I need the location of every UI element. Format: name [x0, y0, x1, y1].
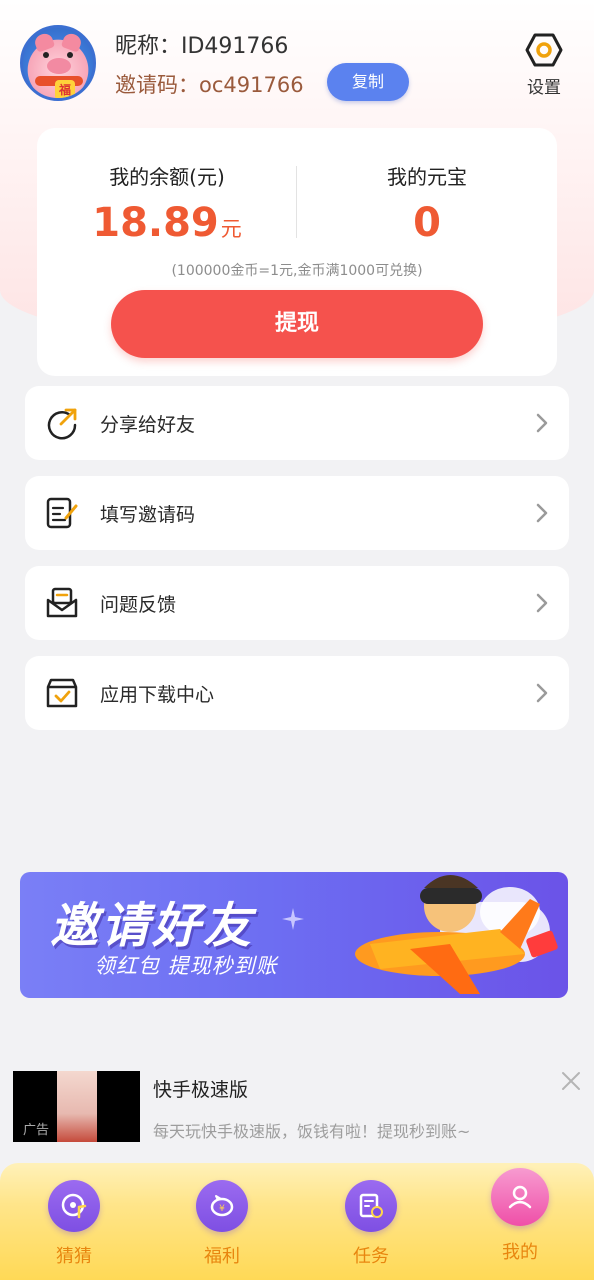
- ad-image: [57, 1071, 97, 1142]
- tab-icon-bg: [491, 1168, 549, 1226]
- tab-tasks[interactable]: 任务: [321, 1180, 421, 1275]
- avatar-eye: [43, 52, 49, 58]
- avatar-ear: [60, 31, 84, 53]
- banner-title: 邀请好友: [50, 898, 255, 954]
- chevron-right-icon: [536, 413, 548, 433]
- menu-item-label: 填写邀请码: [100, 504, 196, 526]
- tab-icon-bg: [345, 1180, 397, 1232]
- chevron-right-icon: [536, 503, 548, 523]
- ad-thumbnail: 广告: [13, 1071, 140, 1142]
- banner-subtitle: 领红包 提现秒到账: [94, 954, 278, 978]
- avatar-eye: [67, 52, 73, 58]
- exchange-note: (100000金币=1元,金币满1000可兑换): [171, 263, 423, 279]
- tab-label: 福利: [204, 1246, 240, 1267]
- menu-item-label: 问题反馈: [100, 594, 177, 616]
- avatar-ear: [32, 31, 56, 53]
- tab-label: 任务: [353, 1246, 389, 1267]
- download-box-icon: [46, 678, 78, 708]
- ad-title: 快手极速版: [153, 1079, 249, 1101]
- tab-icon-bg: ¥: [196, 1180, 248, 1232]
- ad-tag: 广告: [23, 1123, 50, 1138]
- ad-description: 每天玩快手极速版，饭钱有啦！提现秒到账~: [153, 1122, 471, 1141]
- feedback-mail-icon: [46, 587, 78, 618]
- airplane-pilot-illustration: [355, 875, 558, 994]
- ad-card[interactable]: 广告 快手极速版 每天玩快手极速版，饭钱有啦！提现秒到账~: [0, 1060, 594, 1160]
- menu-item-feedback[interactable]: 问题反馈: [25, 566, 569, 640]
- menu-item-download-center[interactable]: 应用下载中心: [25, 656, 569, 730]
- menu-item-invite-code[interactable]: 填写邀请码: [25, 476, 569, 550]
- nickname-text: 昵称：ID491766: [115, 34, 289, 59]
- avatar-badge: 福: [55, 80, 75, 98]
- menu-item-label: 分享给好友: [100, 414, 196, 436]
- chevron-right-icon: [536, 683, 548, 703]
- balance-unit: 元: [220, 217, 242, 241]
- balance-column[interactable]: 我的余额(元) 18.89元: [37, 161, 297, 252]
- bottom-tab-bar: 猜猜 ¥ 福利 任务 我的: [0, 1163, 594, 1280]
- balance-card: 我的余额(元) 18.89元 我的元宝 0 (100000金币=1元,金币满10…: [37, 128, 557, 376]
- avatar-snout: [47, 58, 71, 74]
- svg-text:¥: ¥: [219, 1204, 225, 1214]
- sparkle-icon: [282, 908, 304, 930]
- tab-label: 我的: [502, 1242, 538, 1263]
- avatar[interactable]: 福: [20, 25, 96, 101]
- menu-item-label: 应用下载中心: [100, 684, 215, 706]
- withdraw-button[interactable]: 提现: [111, 290, 483, 358]
- user-icon: [508, 1185, 532, 1209]
- music-disc-icon: [61, 1193, 87, 1219]
- tab-guess[interactable]: 猜猜: [24, 1180, 124, 1275]
- copy-button[interactable]: 复制: [327, 63, 409, 101]
- task-clock-icon: [359, 1193, 383, 1218]
- settings-button[interactable]: 设置: [518, 33, 570, 103]
- chevron-right-icon: [536, 593, 548, 613]
- share-icon: [47, 408, 77, 440]
- profile-header: 福 昵称：ID491766 邀请码：oc491766 复制 设置: [0, 0, 594, 120]
- tab-icon-bg: [48, 1180, 100, 1232]
- edit-form-icon: [46, 497, 78, 529]
- invite-friends-banner[interactable]: 邀请好友 领红包 提现秒到账: [20, 872, 568, 998]
- ingot-title: 我的元宝: [387, 165, 467, 189]
- tab-label: 猜猜: [56, 1246, 92, 1267]
- tab-welfare[interactable]: ¥ 福利: [172, 1180, 272, 1275]
- ingot-column[interactable]: 我的元宝 0: [297, 161, 557, 246]
- ingot-value: 0: [413, 200, 441, 246]
- balance-amount: 18.89: [92, 200, 219, 246]
- tab-mine[interactable]: 我的: [470, 1168, 570, 1275]
- settings-hexagon-icon: [525, 33, 563, 67]
- invite-code-text: 邀请码：oc491766: [115, 73, 304, 97]
- piggy-bank-icon: ¥: [210, 1195, 234, 1217]
- balance-title: 我的余额(元): [109, 165, 225, 189]
- menu-item-share[interactable]: 分享给好友: [25, 386, 569, 460]
- settings-label: 设置: [527, 78, 561, 98]
- balance-value: 18.89元: [37, 200, 297, 252]
- close-icon[interactable]: [558, 1068, 584, 1094]
